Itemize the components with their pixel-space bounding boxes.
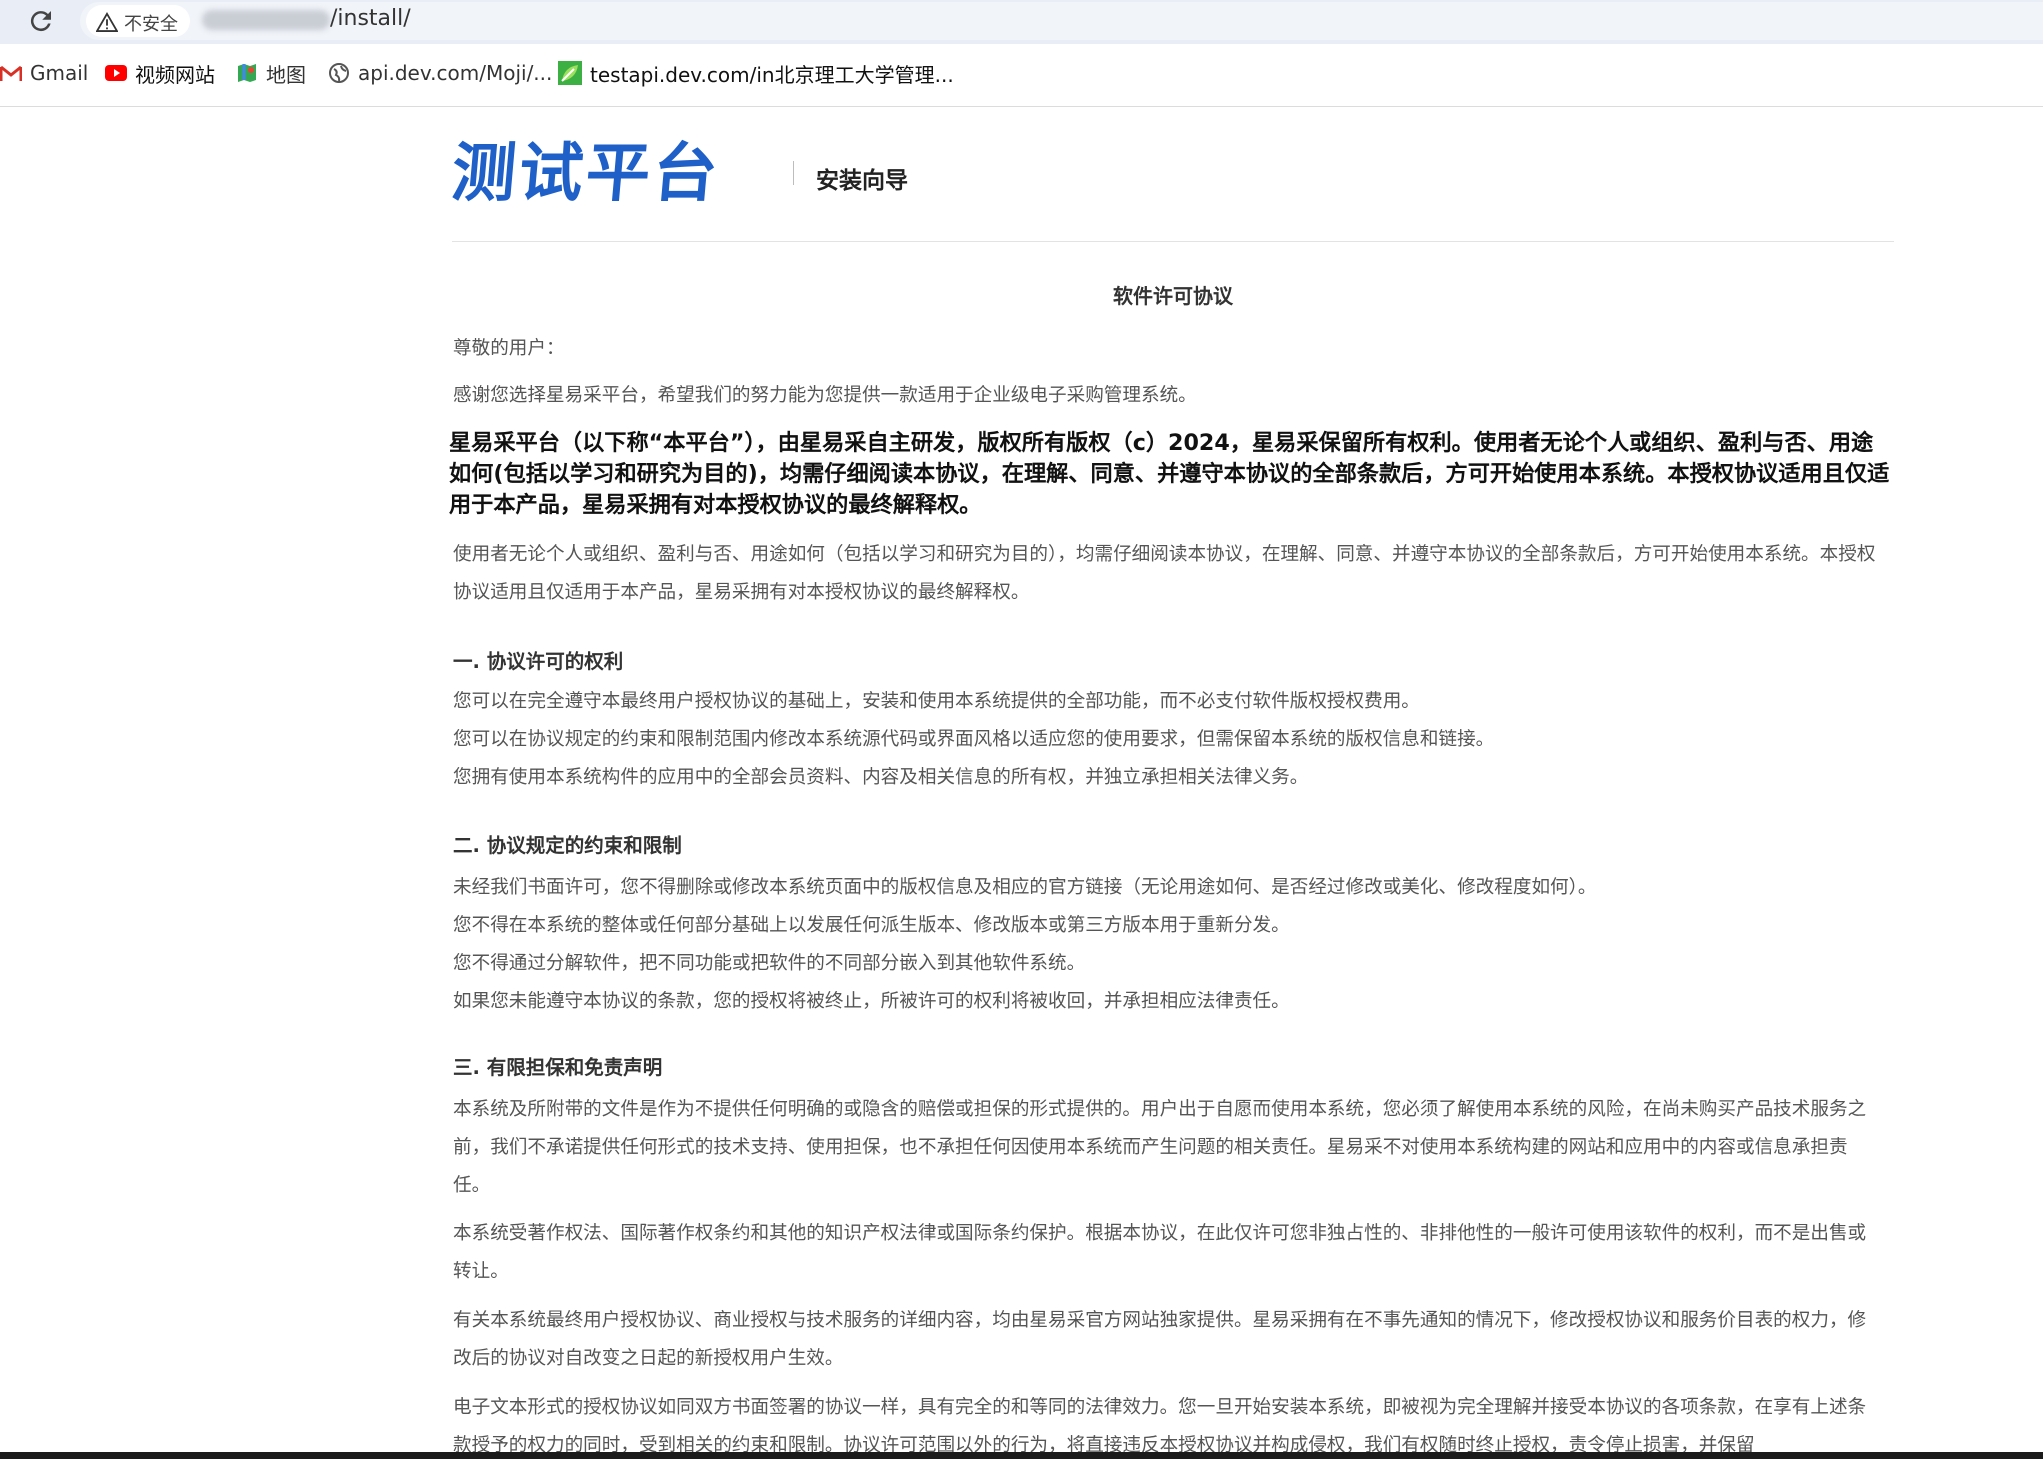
list-item: 您不得通过分解软件，把不同功能或把软件的不同部分嵌入到其他软件系统。: [453, 953, 1086, 974]
section-heading: 一. 协议许可的权利: [453, 650, 624, 673]
globe-icon: [329, 63, 349, 83]
section-list: 未经我们书面许可，您不得删除或修改本系统页面中的版权信息及相应的官方链接（无论用…: [453, 869, 1883, 1021]
doc-title: 软件许可协议: [1113, 284, 1233, 308]
leaf-icon: [558, 61, 582, 85]
list-item: 未经我们书面许可，您不得删除或修改本系统页面中的版权信息及相应的官方链接（无论用…: [453, 877, 1597, 898]
notice-paragraph: 使用者无论个人或组织、盈利与否、用途如何（包括以学习和研究为目的），均需仔细阅读…: [453, 544, 1876, 603]
section-heading: 三. 有限担保和免责声明: [453, 1056, 663, 1079]
security-chip[interactable]: 不安全: [86, 5, 190, 37]
header-divider: [452, 241, 1894, 242]
gmail-icon: [0, 65, 22, 81]
list-item: 您拥有使用本系统构件的应用中的全部会员资料、内容及相关信息的所有权，并独立承担相…: [453, 767, 1309, 788]
logo: 测试平台: [448, 137, 724, 211]
maps-icon: [238, 64, 256, 82]
bookmark-gmail[interactable]: Gmail: [0, 58, 88, 88]
blurred-hostname: [202, 10, 330, 30]
bookmark-label: 地图: [266, 62, 306, 87]
logo-divider: [793, 161, 794, 185]
list-item: 您可以在完全遵守本最终用户授权协议的基础上，安装和使用本系统提供的全部功能，而不…: [453, 691, 1420, 712]
bookmark-label: Gmail: [30, 61, 89, 85]
section-paragraph: 本系统及所附带的文件是作为不提供任何明确的或隐含的赔偿或担保的形式提供的。用户出…: [453, 1099, 1867, 1196]
bookmark-label: 视频网站: [135, 62, 215, 87]
bookmark-maps[interactable]: 地图: [236, 58, 306, 88]
url-path[interactable]: /install/: [330, 6, 411, 31]
section-paragraph: 有关本系统最终用户授权协议、商业授权与技术服务的详细内容，均由星易采官方网站独家…: [453, 1310, 1867, 1369]
section-heading: 二. 协议规定的约束和限制: [453, 834, 682, 857]
youtube-icon: [105, 65, 127, 81]
bookmark-label: api.dev.com/Moji/...: [358, 61, 553, 85]
bold-notice: 星易采平台（以下称“本平台”），由星易采自主研发，版权所有版权（c）2024，星…: [449, 430, 1890, 518]
install-guide-label: 安装向导: [816, 168, 908, 194]
bottom-edge: [0, 1452, 2043, 1459]
list-item: 您可以在协议规定的约束和限制范围内修改本系统源代码或界面风格以适应您的使用要求，…: [453, 729, 1495, 750]
section-list: 您可以在完全遵守本最终用户授权协议的基础上，安装和使用本系统提供的全部功能，而不…: [453, 683, 1883, 797]
bookmark-label: testapi.dev.com/in北京理工大学管理...: [590, 62, 954, 87]
reload-icon[interactable]: [26, 6, 56, 36]
warning-icon: [96, 12, 118, 32]
bookmark-video[interactable]: 视频网站: [105, 58, 215, 88]
greeting: 尊敬的用户：: [453, 338, 565, 359]
bookmark-testapi[interactable]: testapi.dev.com/in北京理工大学管理...: [558, 58, 954, 88]
list-item: 如果您未能遵守本协议的条款，您的授权将被终止，所被许可的权利将被收回，并承担相应…: [453, 991, 1290, 1012]
bookmarks-bar: Gmail 视频网站 地图 api.dev.com/Moji/... testa…: [0, 44, 2043, 107]
security-label: 不安全: [124, 14, 178, 35]
intro-paragraph: 感谢您选择星易采平台，希望我们的努力能为您提供一款适用于企业级电子采购管理系统。: [453, 385, 1197, 406]
section-paragraph: 本系统受著作权法、国际著作权条约和其他的知识产权法律或国际条约保护。根据本协议，…: [453, 1223, 1867, 1282]
browser-toolbar: 不安全 /install/: [0, 0, 2043, 44]
bookmark-api[interactable]: api.dev.com/Moji/...: [328, 58, 552, 88]
list-item: 您不得在本系统的整体或任何部分基础上以发展任何派生版本、修改版本或第三方版本用于…: [453, 915, 1290, 936]
